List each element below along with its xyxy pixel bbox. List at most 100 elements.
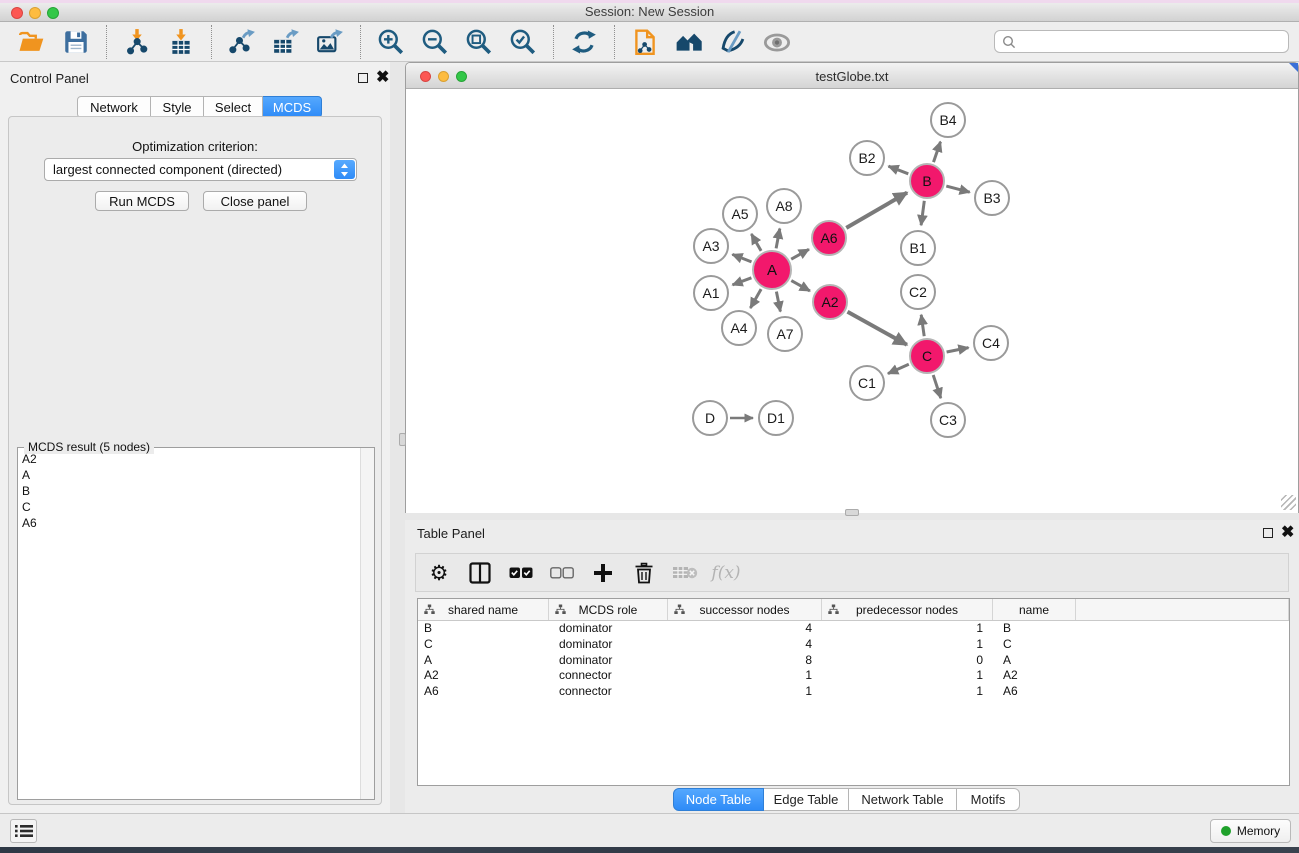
zoom-fit-button[interactable] [461,25,497,59]
tab-network[interactable]: Network [77,96,151,118]
zoom-out-button[interactable] [417,25,453,59]
clone-network-button[interactable] [627,25,663,59]
import-table-button[interactable] [163,25,199,59]
edge-B-B2[interactable] [889,166,909,174]
search-box[interactable] [994,30,1289,53]
zoom-selected-button[interactable] [505,25,541,59]
edge-C-C4[interactable] [947,348,969,352]
table-row-B[interactable]: Bdominator41B [418,621,1289,637]
tab-mcds[interactable]: MCDS [263,96,322,118]
open-file-button[interactable] [14,25,50,59]
network-window-titlebar[interactable]: testGlobe.txt [406,63,1298,89]
network-node-A8[interactable]: A8 [766,188,802,224]
import-network-button[interactable] [119,25,155,59]
network-node-C3[interactable]: C3 [930,402,966,438]
result-scrollbar[interactable] [360,448,374,799]
table-mode-button[interactable]: ⚙ [426,560,452,586]
network-node-B4[interactable]: B4 [930,102,966,138]
network-node-C1[interactable]: C1 [849,365,885,401]
edge-B-B1[interactable] [921,201,924,225]
column-header-predecessor-nodes[interactable]: predecessor nodes [822,599,993,620]
edge-A-A4[interactable] [750,289,761,308]
edge-C-C1[interactable] [888,364,909,373]
network-node-B[interactable]: B [909,163,945,199]
select-all-columns-button[interactable] [508,560,534,586]
edge-B-B3[interactable] [946,186,969,192]
save-session-button[interactable] [58,25,94,59]
edge-C-C3[interactable] [933,375,941,398]
show-columns-button[interactable] [467,560,493,586]
edge-A-A6[interactable] [791,249,809,259]
edge-A6-B[interactable] [846,193,907,228]
task-history-button[interactable] [10,819,37,843]
birds-eye-view-button[interactable] [759,25,795,59]
create-column-button[interactable] [590,560,616,586]
tab-motifs[interactable]: Motifs [957,788,1020,811]
edge-A-A3[interactable] [732,254,751,262]
table-row-A6[interactable]: A6connector11A6 [418,684,1289,700]
result-item-A[interactable]: A [18,467,360,483]
edge-A-A1[interactable] [733,278,752,285]
network-node-B2[interactable]: B2 [849,140,885,176]
tab-edge-table[interactable]: Edge Table [764,788,849,811]
column-header-empty[interactable] [1076,599,1289,620]
resize-grip[interactable] [1281,495,1296,510]
network-canvas[interactable]: B4B2BB3A5A8A6A3B1AA1C2A2A4A7C4CC1C3DD1 [406,89,1298,513]
network-node-A[interactable]: A [752,250,792,290]
network-node-A6[interactable]: A6 [811,220,847,256]
network-node-C[interactable]: C [909,338,945,374]
network-node-A3[interactable]: A3 [693,228,729,264]
edge-A2-C[interactable] [848,312,907,345]
tab-network-table[interactable]: Network Table [849,788,957,811]
network-node-A4[interactable]: A4 [721,310,757,346]
network-node-B3[interactable]: B3 [974,180,1010,216]
result-item-A6[interactable]: A6 [18,515,360,531]
edge-C-C2[interactable] [921,315,924,336]
result-item-C[interactable]: C [18,499,360,515]
export-table-button[interactable] [268,25,304,59]
export-network-button[interactable] [224,25,260,59]
horizontal-scroll-thumb[interactable] [845,509,859,516]
unselect-all-columns-button[interactable] [549,560,575,586]
edge-A-A8[interactable] [776,229,780,249]
result-item-B[interactable]: B [18,483,360,499]
run-mcds-button[interactable]: Run MCDS [95,191,189,211]
float-panel-icon[interactable] [358,73,368,83]
network-node-B1[interactable]: B1 [900,230,936,266]
network-node-A5[interactable]: A5 [722,196,758,232]
zoom-in-button[interactable] [373,25,409,59]
column-header-shared-name[interactable]: shared name [418,599,549,620]
table-row-A[interactable]: Adominator80A [418,653,1289,669]
result-item-A2[interactable]: A2 [18,451,360,467]
vertical-scroll-thumb[interactable] [399,433,406,446]
table-close-icon[interactable]: ✖ [1281,527,1294,539]
edge-B-B4[interactable] [934,142,941,162]
column-header-MCDS-role[interactable]: MCDS role [549,599,668,620]
table-row-C[interactable]: Cdominator41C [418,637,1289,653]
home-button[interactable] [671,25,707,59]
tab-select[interactable]: Select [204,96,263,118]
function-builder-button[interactable]: f(x) [713,560,739,586]
export-image-button[interactable] [312,25,348,59]
network-node-A1[interactable]: A1 [693,275,729,311]
edge-A-A7[interactable] [776,292,780,312]
memory-button[interactable]: Memory [1210,819,1291,843]
column-header-name[interactable]: name [993,599,1076,620]
search-input[interactable] [1021,35,1288,49]
edge-A-A5[interactable] [751,234,761,251]
network-node-A7[interactable]: A7 [767,316,803,352]
network-node-C4[interactable]: C4 [973,325,1009,361]
edge-A-A2[interactable] [791,281,810,291]
delete-columns-button[interactable] [631,560,657,586]
network-node-C2[interactable]: C2 [900,274,936,310]
table-float-icon[interactable] [1263,528,1273,538]
delete-table-button[interactable] [672,560,698,586]
network-node-D1[interactable]: D1 [758,400,794,436]
tab-style[interactable]: Style [151,96,204,118]
apply-layout-button[interactable] [566,25,602,59]
criterion-dropdown[interactable]: largest connected component (directed) [44,158,357,181]
tab-node-table[interactable]: Node Table [673,788,764,811]
close-panel-button[interactable]: Close panel [203,191,307,211]
network-node-A2[interactable]: A2 [812,284,848,320]
close-panel-icon[interactable]: ✖ [376,72,389,84]
